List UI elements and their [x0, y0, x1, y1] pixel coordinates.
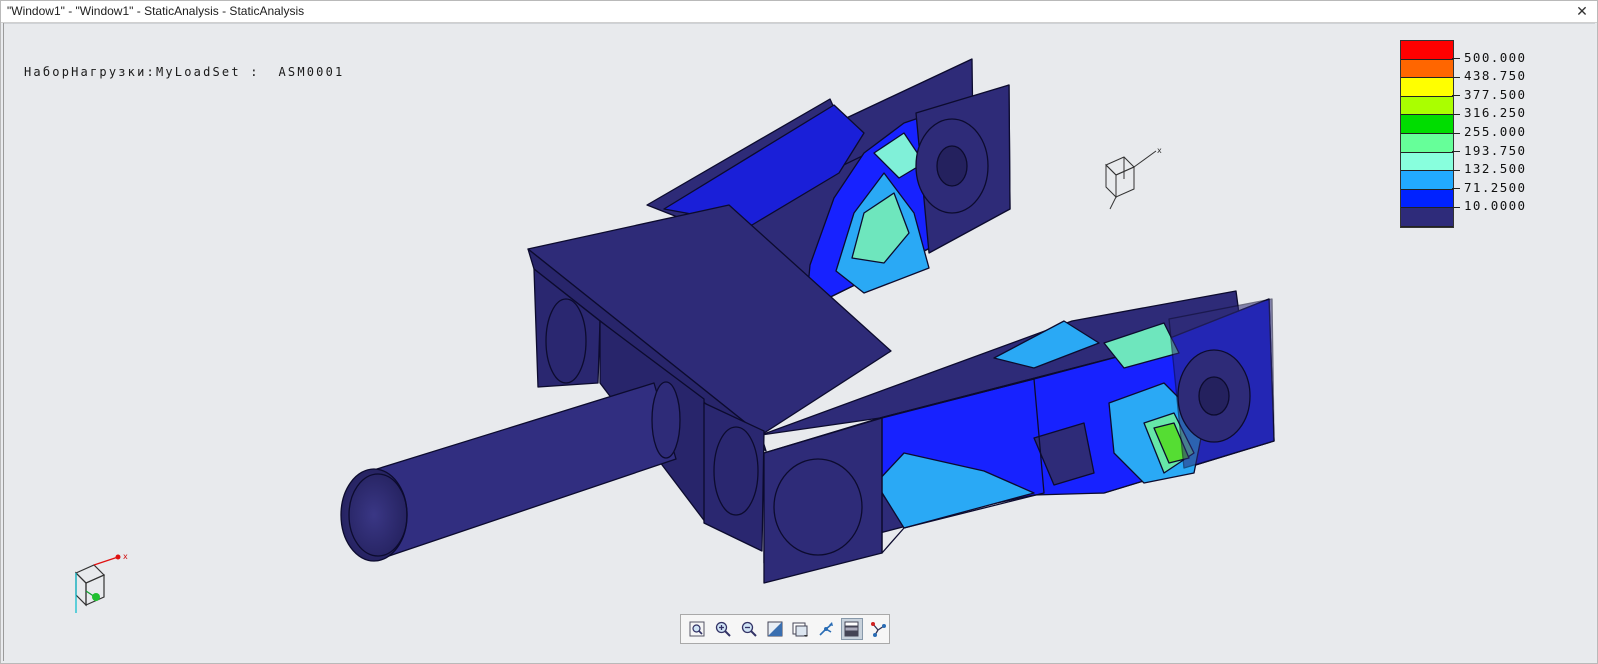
spin-center-icon	[819, 622, 834, 636]
legend-value-label: 193.750	[1464, 142, 1527, 158]
zoom-out-button[interactable]	[738, 618, 760, 640]
legend-swatch	[1401, 189, 1453, 209]
annotations-icon	[871, 622, 887, 637]
graphics-viewport[interactable]: НаборНагрузки:MyLoadSet : ASM0001 x x 50…	[3, 23, 1595, 661]
view-orientation-cube-icon[interactable]: x	[1096, 143, 1166, 213]
legend-value-label: 500.000	[1464, 49, 1527, 65]
svg-text:x: x	[1157, 146, 1162, 155]
legend-swatch	[1401, 115, 1453, 134]
zoom-out-icon	[741, 621, 757, 637]
legend-tick	[1452, 76, 1460, 78]
zoom-fit-button[interactable]	[686, 618, 708, 640]
legend-tick	[1452, 58, 1460, 60]
legend-swatch	[1401, 59, 1453, 79]
window-title: "Window1" - "Window1" - StaticAnalysis -…	[7, 4, 305, 18]
saved-views-button[interactable]	[790, 618, 812, 640]
legend-value-label: 132.500	[1464, 161, 1527, 177]
annotations-button[interactable]	[867, 618, 889, 640]
legend-value-label: 377.500	[1464, 86, 1527, 102]
legend-tick	[1452, 151, 1460, 153]
legend-swatch	[1401, 152, 1453, 172]
zoom-fit-icon	[689, 621, 705, 637]
legend-swatch	[1401, 41, 1453, 60]
legend-value-label: 71.2500	[1464, 179, 1527, 195]
legend-swatch	[1401, 133, 1453, 153]
legend-tick	[1452, 95, 1460, 97]
close-button[interactable]: ✕	[1575, 4, 1589, 18]
legend-color-bar	[1400, 40, 1454, 228]
legend-value-label: 438.750	[1464, 68, 1527, 84]
saved-views-icon	[792, 622, 809, 637]
zoom-in-icon	[715, 621, 731, 637]
legend-value-label: 255.000	[1464, 124, 1527, 139]
legend-tick	[1452, 113, 1460, 115]
refit-icon	[767, 621, 783, 637]
coordinate-triad-icon: x	[74, 552, 128, 613]
legend-tick	[1452, 132, 1460, 134]
legend-value-label: 316.250	[1464, 105, 1527, 121]
display-style-button[interactable]	[841, 618, 864, 640]
title-bar: "Window1" - "Window1" - StaticAnalysis -…	[1, 1, 1597, 23]
zoom-in-button[interactable]	[712, 618, 734, 640]
legend-tick	[1452, 188, 1460, 190]
display-style-icon	[844, 621, 859, 637]
legend-tick	[1452, 206, 1460, 208]
spin-center-button[interactable]	[815, 618, 837, 640]
legend-swatch	[1401, 78, 1453, 97]
legend-value-label: 10.0000	[1464, 198, 1527, 214]
svg-text:x: x	[123, 552, 128, 561]
refit-button[interactable]	[764, 618, 786, 640]
legend-swatch	[1401, 208, 1453, 227]
view-toolbar	[680, 614, 890, 644]
legend-swatch	[1401, 171, 1453, 190]
legend-tick	[1452, 169, 1460, 171]
legend-swatch	[1401, 96, 1453, 116]
fem-model-render[interactable]	[4, 23, 1598, 663]
app-window: "Window1" - "Window1" - StaticAnalysis -…	[0, 0, 1598, 664]
